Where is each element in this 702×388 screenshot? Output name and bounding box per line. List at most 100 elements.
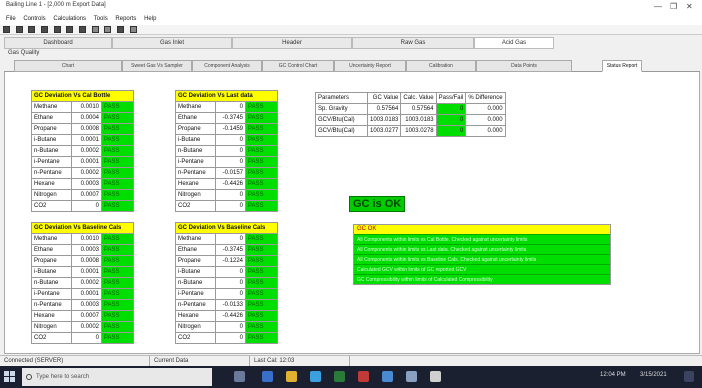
pass-cell: PASS xyxy=(101,255,134,267)
file-explorer-icon[interactable] xyxy=(286,371,297,382)
paste-icon[interactable] xyxy=(79,26,87,33)
tab-gas-inlet[interactable]: Gas Inlet xyxy=(112,37,232,49)
tab-acid-gas[interactable]: Acid Gas xyxy=(474,37,554,49)
chrome-icon[interactable] xyxy=(310,371,321,382)
title-bar: Bailing Line 1 - [2,000 m Export Data] —… xyxy=(0,0,702,16)
system-tray-time[interactable]: 12:04 PM xyxy=(600,372,626,378)
message-row: GC Compressibility within limits of Calc… xyxy=(354,274,610,284)
table-row: i-Pentane 0.0001 PASS xyxy=(31,288,134,300)
table-row: i-Butane 0 PASS xyxy=(175,266,278,278)
app-icon[interactable] xyxy=(358,371,369,382)
cut-icon[interactable] xyxy=(53,26,61,33)
save-icon[interactable] xyxy=(28,26,36,33)
table-row: Methane 0 PASS xyxy=(175,101,278,113)
refresh-icon[interactable] xyxy=(129,26,137,33)
system-tray-date[interactable]: 3/15/2021 xyxy=(640,372,667,378)
app-icon[interactable] xyxy=(406,371,417,382)
table-row: i-Butane 0.0001 PASS xyxy=(31,134,134,146)
table-row: Ethane 0.0004 PASS xyxy=(31,112,134,124)
tab-raw-gas[interactable]: Raw Gas xyxy=(352,37,474,49)
menu-calculations[interactable]: Calculations xyxy=(53,16,86,22)
search-icon xyxy=(26,374,32,380)
tab-sweet-gas-vs-sampler[interactable]: Sweet Gas Vs Sampler xyxy=(122,60,192,72)
menu-controls[interactable]: Controls xyxy=(23,16,45,22)
table-row: Methane 0.0010 PASS xyxy=(31,101,134,113)
tab-header[interactable]: Header xyxy=(232,37,352,49)
deviation-table-cal-bottle: GC Deviation Vs Cal Bottle Methane 0.0010… xyxy=(31,90,134,212)
tab-chart[interactable]: Chart xyxy=(14,60,122,72)
tab-dashboard[interactable]: Dashboard xyxy=(4,37,112,49)
table-row: Hexane -0.4426 PASS xyxy=(175,310,278,322)
tab-calibration[interactable]: Calibration xyxy=(406,60,476,72)
maximize-button[interactable]: ❐ xyxy=(670,2,677,11)
table-row: n-Pentane -0.0157 PASS xyxy=(175,167,278,179)
table-row: Propane -0.1224 PASS xyxy=(175,255,278,267)
table-row: i-Pentane 0.0001 PASS xyxy=(31,156,134,168)
outlook-icon[interactable] xyxy=(382,371,393,382)
table-row: n-Butane 0 PASS xyxy=(175,145,278,157)
pass-cell: PASS xyxy=(101,299,134,311)
pass-cell: PASS xyxy=(101,156,134,168)
menu-file[interactable]: File xyxy=(6,16,16,22)
pass-cell: PASS xyxy=(245,244,278,256)
pass-cell: PASS xyxy=(245,299,278,311)
new-icon[interactable] xyxy=(3,26,10,33)
pass-cell: PASS xyxy=(101,101,134,113)
pass-cell: PASS xyxy=(101,178,134,190)
tab-component-analysis[interactable]: Component Analysis xyxy=(192,60,262,72)
pass-cell: PASS xyxy=(245,321,278,333)
app-icon[interactable] xyxy=(430,371,441,382)
pass-cell: PASS xyxy=(245,200,278,212)
redo-icon[interactable] xyxy=(104,26,112,33)
open-icon[interactable] xyxy=(15,26,23,33)
pass-fail-cell: 0 xyxy=(435,103,467,115)
section-label: Gas Quality xyxy=(8,50,40,56)
pass-cell: PASS xyxy=(245,288,278,300)
minimize-button[interactable]: — xyxy=(654,2,662,11)
tab-gc-control-chart[interactable]: GC Control Chart xyxy=(262,60,334,72)
menu-bar: File Controls Calculations Tools Reports… xyxy=(0,16,702,25)
menu-help[interactable]: Help xyxy=(144,16,156,22)
task-view-icon[interactable] xyxy=(234,371,245,382)
table-row: CO2 0 PASS xyxy=(175,332,278,344)
taskbar-search-input[interactable]: Type here to search xyxy=(22,368,212,386)
print-icon[interactable] xyxy=(41,26,49,33)
table-row: GCV/Btu(Cal) 1003.0183 1003.0183 0 0.000 xyxy=(315,114,506,126)
status-connection: Connected (SERVER) xyxy=(0,356,150,366)
pass-cell: PASS xyxy=(101,189,134,201)
status-messages-box: GC OK All Components within limits vs Ca… xyxy=(353,224,611,285)
close-button[interactable]: ✕ xyxy=(686,2,693,11)
windows-start-icon[interactable] xyxy=(4,371,16,383)
notification-icon[interactable] xyxy=(684,371,694,382)
table-header: GC Deviation Vs Cal Bottle xyxy=(31,90,134,102)
tab-uncertainty-report[interactable]: Uncertainty Report xyxy=(334,60,406,72)
toolbar xyxy=(0,25,702,35)
table-row: CO2 0 PASS xyxy=(31,332,134,344)
menu-reports[interactable]: Reports xyxy=(115,16,136,22)
tab-status-report[interactable]: Status Report xyxy=(602,60,642,72)
column-header: GC Value xyxy=(366,92,402,104)
excel-icon[interactable] xyxy=(334,371,345,382)
table-row: Ethane -0.3745 PASS xyxy=(175,112,278,124)
status-last-cal: Last Cal: 12:03 xyxy=(250,356,350,366)
pass-cell: PASS xyxy=(101,233,134,245)
copy-icon[interactable] xyxy=(66,26,74,33)
table-row: Propane -0.1459 PASS xyxy=(175,123,278,135)
message-row: Calculated GCV within limits of GC repor… xyxy=(354,264,610,274)
undo-icon[interactable] xyxy=(91,26,99,33)
message-row: All Components within limits vs Baseline… xyxy=(354,254,610,264)
table-row: Methane 0.0010 PASS xyxy=(31,233,134,245)
edge-browser-icon[interactable] xyxy=(262,371,273,382)
status-bar: Connected (SERVER) Current Data Last Cal… xyxy=(0,355,702,366)
pass-cell: PASS xyxy=(245,123,278,135)
table-row: n-Butane 0.0002 PASS xyxy=(31,145,134,157)
message-row: All Components within limits vs Cal Bott… xyxy=(354,234,610,244)
deviation-table-baseline-cals: GC Deviation Vs Baseline Cals Methane 0.0… xyxy=(31,222,134,344)
tab-data-points[interactable]: Data Points xyxy=(476,60,572,72)
parameters-table: Parameters GC Value Calc. Value Pass/Fai… xyxy=(315,92,506,137)
sub-tab-strip: Chart Sweet Gas Vs Sampler Component Ana… xyxy=(4,60,700,72)
window-icon[interactable] xyxy=(117,26,125,33)
column-header: % Difference xyxy=(465,92,506,104)
table-row: n-Pentane 0.0002 PASS xyxy=(31,167,134,179)
menu-tools[interactable]: Tools xyxy=(94,16,108,22)
